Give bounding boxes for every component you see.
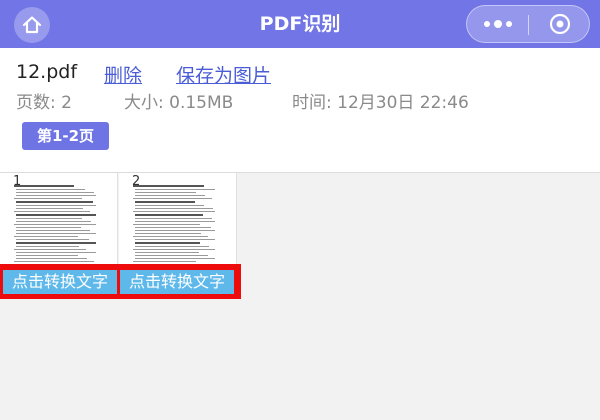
text-line	[135, 201, 195, 203]
convert-text-button-2[interactable]: 点击转换文字	[120, 270, 234, 294]
text-line	[135, 230, 215, 231]
text-line	[16, 258, 87, 259]
file-info-panel: 12.pdf 删除 保存为图片 页数: 2 大小: 0.15MB 时间: 12月…	[0, 48, 600, 172]
page-thumbnail-2[interactable]: 2	[119, 173, 237, 271]
text-line	[16, 221, 91, 222]
more-dots-icon-right	[505, 21, 512, 27]
text-line	[135, 242, 200, 244]
mini-program-capsule	[466, 5, 590, 43]
text-line	[16, 218, 82, 219]
text-line	[16, 239, 89, 240]
text-line	[135, 208, 213, 209]
text-line	[16, 192, 94, 193]
text-line	[16, 189, 85, 190]
text-line	[135, 233, 201, 234]
text-line	[14, 211, 90, 212]
text-line	[135, 221, 215, 222]
page-count: 页数: 2	[16, 93, 72, 113]
text-line	[14, 236, 78, 237]
convert-text-button-1[interactable]: 点击转换文字	[3, 270, 117, 294]
text-line	[133, 261, 196, 262]
text-line	[14, 261, 94, 262]
delete-link[interactable]: 删除	[104, 61, 142, 88]
text-line	[135, 214, 203, 216]
text-line	[133, 185, 204, 187]
target-close-icon	[549, 13, 570, 35]
text-line	[135, 205, 204, 206]
page-thumbnail-1[interactable]: 1	[0, 173, 118, 271]
text-line	[133, 249, 215, 250]
text-line	[16, 214, 96, 216]
text-line	[16, 205, 96, 206]
text-line	[14, 185, 74, 187]
text-line	[16, 252, 96, 253]
text-line	[16, 195, 96, 196]
text-line	[135, 246, 209, 247]
text-line	[14, 224, 96, 225]
text-line	[14, 198, 82, 199]
more-button[interactable]	[467, 6, 528, 42]
text-line	[135, 239, 215, 240]
text-line	[16, 246, 79, 247]
close-button[interactable]	[529, 6, 590, 42]
page-range-tag[interactable]: 第1-2页	[22, 122, 109, 150]
text-line	[135, 189, 215, 190]
text-line	[135, 255, 208, 256]
text-line	[135, 258, 215, 259]
text-line	[16, 201, 93, 203]
text-line	[133, 236, 208, 237]
text-line	[16, 230, 90, 231]
text-line	[135, 192, 196, 193]
more-dots-icon-center	[493, 20, 502, 28]
text-line	[135, 218, 212, 219]
text-line	[133, 211, 215, 212]
more-dots-icon	[483, 21, 490, 27]
text-line	[133, 224, 200, 225]
file-time: 时间: 12月30日 22:46	[292, 93, 469, 113]
text-line	[16, 227, 81, 228]
text-line	[16, 233, 96, 234]
text-line	[135, 252, 199, 253]
text-line	[16, 255, 78, 256]
text-line	[133, 198, 212, 199]
text-line	[135, 227, 211, 228]
text-line	[16, 242, 96, 244]
file-size: 大小: 0.15MB	[124, 93, 234, 113]
text-line	[16, 208, 83, 209]
top-bar: PDF识别	[0, 0, 600, 48]
file-name: 12.pdf	[16, 61, 78, 83]
text-line	[14, 249, 86, 250]
text-line	[135, 195, 205, 196]
save-as-image-link[interactable]: 保存为图片	[176, 61, 271, 88]
